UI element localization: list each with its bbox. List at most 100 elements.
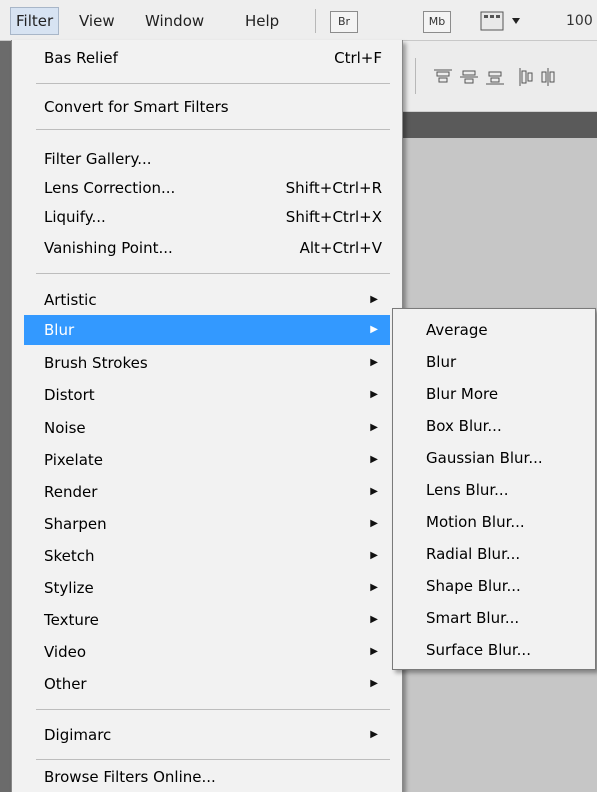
menu-item-browse-filters-online[interactable]: Browse Filters Online...	[24, 762, 390, 792]
menu-item-label: Lens Correction...	[44, 179, 176, 197]
submenu-item-surface-blur[interactable]: Surface Blur...	[393, 634, 595, 666]
screen-mode-button[interactable]	[479, 9, 527, 33]
submenu-item-label: Smart Blur...	[426, 609, 520, 627]
menu-help[interactable]: Help	[240, 8, 284, 34]
photoshop-window: Filter View Window Help Br Mb 100 Bas Re…	[0, 0, 597, 792]
submenu-arrow-icon: ▶	[370, 582, 378, 593]
menu-item-texture[interactable]: Texture ▶	[24, 605, 390, 635]
menu-item-sharpen[interactable]: Sharpen ▶	[24, 509, 390, 539]
menu-item-label: Blur	[44, 321, 75, 339]
menubar-divider	[315, 9, 316, 33]
bridge-button[interactable]: Br	[330, 11, 358, 33]
zoom-level[interactable]: 100	[566, 9, 593, 33]
menu-item-label: Vanishing Point...	[44, 239, 173, 257]
menu-item-label: Sketch	[44, 547, 95, 565]
submenu-item-label: Blur	[426, 353, 457, 371]
submenu-arrow-icon: ▶	[370, 518, 378, 529]
menu-item-shortcut: Shift+Ctrl+R	[285, 179, 382, 197]
menu-item-vanishing-point[interactable]: Vanishing Point... Alt+Ctrl+V	[24, 233, 390, 263]
menu-item-label: Video	[44, 643, 87, 661]
menu-item-distort[interactable]: Distort ▶	[24, 380, 390, 410]
menu-item-filter-gallery[interactable]: Filter Gallery...	[24, 144, 390, 174]
submenu-item-lens-blur[interactable]: Lens Blur...	[393, 474, 595, 506]
menu-item-label: Brush Strokes	[44, 354, 148, 372]
submenu-item-label: Gaussian Blur...	[426, 449, 543, 467]
film-strip-icon	[480, 11, 520, 31]
submenu-item-label: Shape Blur...	[426, 577, 521, 595]
submenu-item-label: Box Blur...	[426, 417, 502, 435]
submenu-arrow-icon: ▶	[370, 550, 378, 561]
submenu-arrow-icon: ▶	[370, 324, 378, 335]
menu-item-label: Stylize	[44, 579, 94, 597]
menu-item-stylize[interactable]: Stylize ▶	[24, 573, 390, 603]
menu-item-render[interactable]: Render ▶	[24, 477, 390, 507]
submenu-arrow-icon: ▶	[370, 294, 378, 305]
menu-item-pixelate[interactable]: Pixelate ▶	[24, 445, 390, 475]
submenu-arrow-icon: ▶	[370, 646, 378, 657]
submenu-item-average[interactable]: Average	[393, 314, 595, 346]
menu-item-blur[interactable]: Blur ▶	[24, 315, 390, 345]
menu-item-label: Filter Gallery...	[44, 150, 152, 168]
options-divider	[415, 58, 416, 94]
submenu-arrow-icon: ▶	[370, 389, 378, 400]
submenu-item-box-blur[interactable]: Box Blur...	[393, 410, 595, 442]
menu-item-label: Pixelate	[44, 451, 103, 469]
menu-bar: Filter View Window Help Br Mb 100	[0, 0, 597, 41]
menu-view[interactable]: View	[74, 8, 120, 34]
menu-window[interactable]: Window	[140, 8, 209, 34]
submenu-item-smart-blur[interactable]: Smart Blur...	[393, 602, 595, 634]
menu-item-label: Artistic	[44, 291, 97, 309]
submenu-item-label: Surface Blur...	[426, 641, 531, 659]
menu-separator	[36, 83, 390, 84]
menu-item-label: Liquify...	[44, 208, 106, 226]
menu-separator	[36, 273, 390, 274]
submenu-item-gaussian-blur[interactable]: Gaussian Blur...	[393, 442, 595, 474]
menu-item-label: Distort	[44, 386, 95, 404]
submenu-arrow-icon: ▶	[370, 729, 378, 740]
menu-item-label: Convert for Smart Filters	[44, 98, 229, 116]
submenu-arrow-icon: ▶	[370, 614, 378, 625]
menu-item-sketch[interactable]: Sketch ▶	[24, 541, 390, 571]
menu-item-brush-strokes[interactable]: Brush Strokes ▶	[24, 348, 390, 378]
menu-item-label: Render	[44, 483, 98, 501]
menu-item-artistic[interactable]: Artistic ▶	[24, 285, 390, 315]
menu-item-liquify[interactable]: Liquify... Shift+Ctrl+X	[24, 202, 390, 232]
menu-separator	[36, 129, 390, 130]
menu-separator	[36, 759, 390, 760]
menu-item-noise[interactable]: Noise ▶	[24, 413, 390, 443]
submenu-item-label: Blur More	[426, 385, 499, 403]
menu-filter[interactable]: Filter	[10, 7, 60, 35]
submenu-item-motion-blur[interactable]: Motion Blur...	[393, 506, 595, 538]
submenu-arrow-icon: ▶	[370, 486, 378, 497]
blur-submenu: Average Blur Blur More Box Blur... Gauss…	[392, 308, 596, 670]
submenu-item-label: Radial Blur...	[426, 545, 521, 563]
chevron-down-icon	[512, 18, 520, 24]
menu-item-label: Bas Relief	[44, 49, 118, 67]
menu-item-convert-smart-filters[interactable]: Convert for Smart Filters	[24, 92, 390, 122]
filter-menu: Bas Relief Ctrl+F Convert for Smart Filt…	[11, 40, 403, 792]
menu-item-digimarc[interactable]: Digimarc ▶	[24, 720, 390, 750]
submenu-item-radial-blur[interactable]: Radial Blur...	[393, 538, 595, 570]
submenu-item-label: Average	[426, 321, 488, 339]
document-tab-strip	[398, 112, 597, 138]
submenu-item-shape-blur[interactable]: Shape Blur...	[393, 570, 595, 602]
menu-item-label: Sharpen	[44, 515, 107, 533]
menu-item-other[interactable]: Other ▶	[24, 669, 390, 699]
submenu-item-blur[interactable]: Blur	[393, 346, 595, 378]
align-icons	[432, 62, 597, 96]
menu-item-label: Digimarc	[44, 726, 112, 744]
menu-item-shortcut: Alt+Ctrl+V	[299, 239, 382, 257]
submenu-arrow-icon: ▶	[370, 678, 378, 689]
menu-item-label: Noise	[44, 419, 86, 437]
menu-item-label: Texture	[44, 611, 99, 629]
menu-item-video[interactable]: Video ▶	[24, 637, 390, 667]
menu-item-label: Other	[44, 675, 87, 693]
menu-item-shortcut: Shift+Ctrl+X	[285, 208, 382, 226]
mini-bridge-button[interactable]: Mb	[423, 11, 451, 33]
submenu-item-blur-more[interactable]: Blur More	[393, 378, 595, 410]
menu-item-last-filter[interactable]: Bas Relief Ctrl+F	[24, 43, 390, 73]
submenu-arrow-icon: ▶	[370, 357, 378, 368]
submenu-arrow-icon: ▶	[370, 454, 378, 465]
menu-separator	[36, 709, 390, 710]
menu-item-lens-correction[interactable]: Lens Correction... Shift+Ctrl+R	[24, 173, 390, 203]
